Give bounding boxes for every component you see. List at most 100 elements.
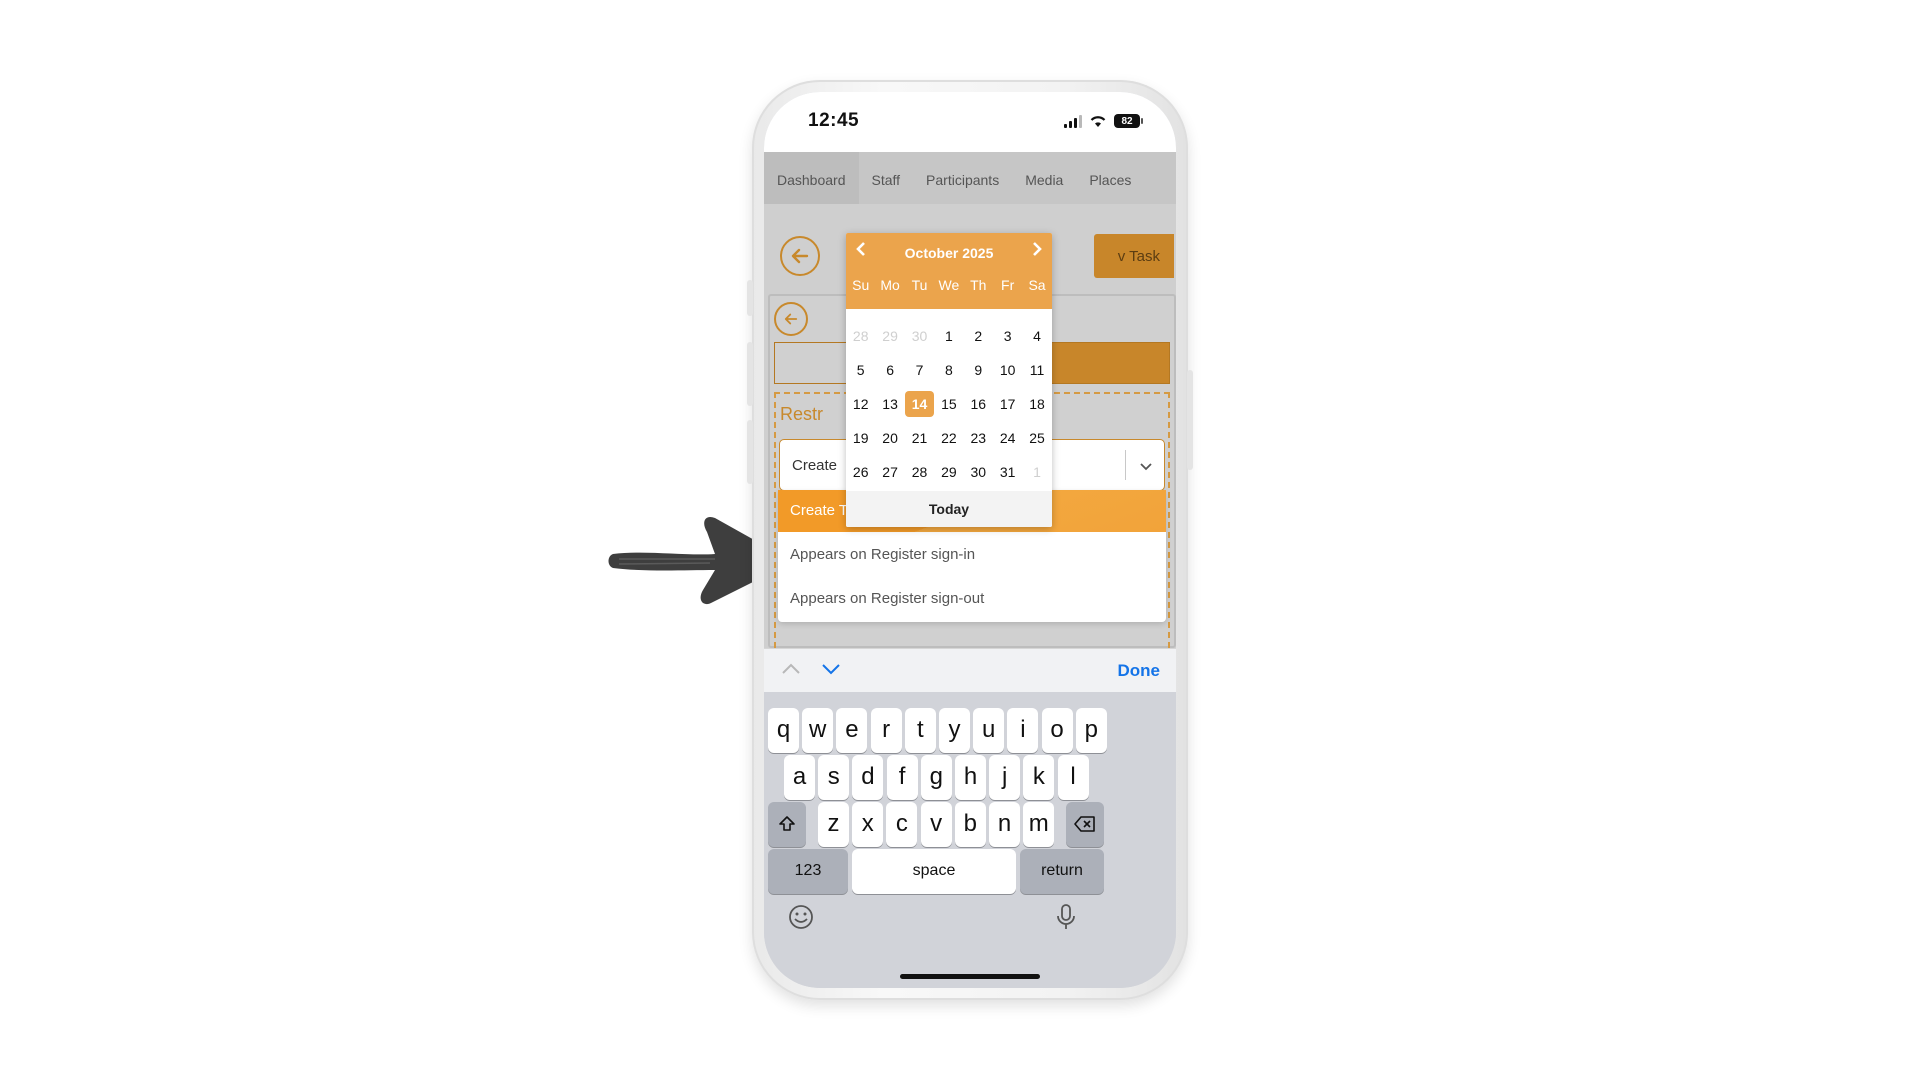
calendar-day[interactable]: 5 xyxy=(846,362,875,378)
calendar-day[interactable]: 21 xyxy=(905,430,934,446)
weekday-label: Sa xyxy=(1028,277,1046,293)
calendar-day[interactable]: 28 xyxy=(905,464,934,480)
calendar-day[interactable]: 7 xyxy=(905,362,934,378)
calendar-day[interactable]: 13 xyxy=(875,396,904,412)
calendar-day[interactable]: 12 xyxy=(846,396,875,412)
option-register-sign-in[interactable]: Appears on Register sign-in xyxy=(778,534,1166,576)
done-button[interactable]: Done xyxy=(1118,661,1161,681)
key-l[interactable]: l xyxy=(1057,755,1089,800)
calendar-month-title: October 2025 xyxy=(904,245,994,261)
select-separator xyxy=(1125,450,1126,480)
key-c[interactable]: c xyxy=(886,802,918,847)
calendar-day[interactable]: 1 xyxy=(934,328,963,344)
key-y[interactable]: y xyxy=(939,708,970,753)
previous-field-button[interactable] xyxy=(782,659,800,680)
calendar-day[interactable]: 16 xyxy=(964,396,993,412)
signal-icon xyxy=(1064,114,1082,128)
calendar-day[interactable]: 31 xyxy=(993,464,1022,480)
key-f[interactable]: f xyxy=(886,755,918,800)
numbers-key[interactable]: 123 xyxy=(768,849,848,894)
microphone-icon xyxy=(1057,904,1075,929)
nav-tabs: Dashboard Staff Participants Media Place… xyxy=(764,152,1176,204)
tab-participants[interactable]: Participants xyxy=(913,152,1012,204)
calendar-day[interactable]: 3 xyxy=(993,328,1022,344)
key-i[interactable]: i xyxy=(1007,708,1039,753)
volume-down-button xyxy=(747,420,753,484)
volume-up-button xyxy=(747,342,753,406)
key-r[interactable]: r xyxy=(870,708,902,753)
calendar-day[interactable]: 19 xyxy=(846,430,875,446)
calendar-day[interactable]: 1 xyxy=(1022,464,1051,480)
calendar-day[interactable]: 29 xyxy=(934,464,963,480)
next-field-button[interactable] xyxy=(822,659,840,680)
calendar-day-selected[interactable]: 14 xyxy=(904,391,935,417)
calendar-day[interactable]: 11 xyxy=(1022,362,1051,378)
key-t[interactable]: t xyxy=(904,708,936,753)
arrow-left-icon xyxy=(784,313,798,325)
key-z[interactable]: z xyxy=(818,802,849,847)
calendar-day[interactable]: 4 xyxy=(1022,328,1051,344)
key-j[interactable]: j xyxy=(989,755,1021,800)
calendar-day[interactable]: 26 xyxy=(846,464,875,480)
status-time: 12:45 xyxy=(808,110,860,131)
weekday-label: Th xyxy=(970,277,987,293)
key-k[interactable]: k xyxy=(1023,755,1055,800)
key-s[interactable]: s xyxy=(818,755,850,800)
shift-key[interactable] xyxy=(768,802,806,847)
tab-places[interactable]: Places xyxy=(1076,152,1144,204)
today-button[interactable]: Today xyxy=(846,491,1052,527)
key-m[interactable]: m xyxy=(1023,802,1055,847)
key-o[interactable]: o xyxy=(1041,708,1073,753)
calendar-day[interactable]: 6 xyxy=(875,362,904,378)
calendar-day[interactable]: 30 xyxy=(964,464,993,480)
arrow-left-icon xyxy=(791,248,809,264)
next-month-button[interactable] xyxy=(1032,241,1042,262)
calendar-day[interactable]: 22 xyxy=(934,430,963,446)
key-a[interactable]: a xyxy=(784,755,815,800)
key-e[interactable]: e xyxy=(836,708,868,753)
new-task-button[interactable]: v Task xyxy=(1094,234,1174,278)
backspace-icon xyxy=(1074,816,1095,832)
calendar-day[interactable]: 28 xyxy=(846,328,875,344)
calendar-day[interactable]: 15 xyxy=(934,396,963,412)
tab-dashboard[interactable]: Dashboard xyxy=(764,152,859,204)
key-w[interactable]: w xyxy=(802,708,834,753)
dictation-button[interactable] xyxy=(1056,903,1076,936)
calendar-day[interactable]: 24 xyxy=(993,430,1022,446)
key-h[interactable]: h xyxy=(955,755,986,800)
calendar-day[interactable]: 30 xyxy=(905,328,934,344)
calendar-day[interactable]: 8 xyxy=(934,362,963,378)
calendar-day[interactable]: 18 xyxy=(1022,396,1051,412)
calendar-day[interactable]: 17 xyxy=(993,396,1022,412)
calendar-day[interactable]: 10 xyxy=(993,362,1022,378)
tab-staff[interactable]: Staff xyxy=(859,152,914,204)
key-p[interactable]: p xyxy=(1075,708,1107,753)
space-key[interactable]: space xyxy=(852,849,1016,894)
calendar-day[interactable]: 27 xyxy=(875,464,904,480)
key-d[interactable]: d xyxy=(852,755,884,800)
calendar-day[interactable]: 2 xyxy=(964,328,993,344)
calendar-day[interactable]: 25 xyxy=(1022,430,1051,446)
return-key[interactable]: return xyxy=(1020,849,1104,894)
key-x[interactable]: x xyxy=(852,802,884,847)
option-register-sign-out[interactable]: Appears on Register sign-out xyxy=(778,578,1166,620)
key-b[interactable]: b xyxy=(954,802,986,847)
backspace-key[interactable] xyxy=(1066,802,1104,847)
ios-keyboard: 123 space return qwertyuiop asdfghjkl zxcv… xyxy=(764,692,1176,988)
calendar-day[interactable]: 23 xyxy=(964,430,993,446)
back-button[interactable] xyxy=(780,236,820,276)
key-v[interactable]: v xyxy=(920,802,952,847)
app-background: Dashboard Staff Participants Media Place… xyxy=(764,152,1176,648)
key-g[interactable]: g xyxy=(920,755,952,800)
key-q[interactable]: q xyxy=(768,708,799,753)
panel-back-button[interactable] xyxy=(774,302,808,336)
calendar-day[interactable]: 29 xyxy=(875,328,904,344)
key-n[interactable]: n xyxy=(989,802,1020,847)
emoji-button[interactable] xyxy=(788,904,814,935)
calendar-day[interactable]: 9 xyxy=(964,362,993,378)
key-u[interactable]: u xyxy=(973,708,1005,753)
calendar-day[interactable]: 20 xyxy=(875,430,904,446)
tab-media[interactable]: Media xyxy=(1012,152,1076,204)
battery-icon: 82 xyxy=(1114,114,1143,128)
calendar-week-row: 28 29 30 1 2 3 4 xyxy=(846,319,1052,353)
